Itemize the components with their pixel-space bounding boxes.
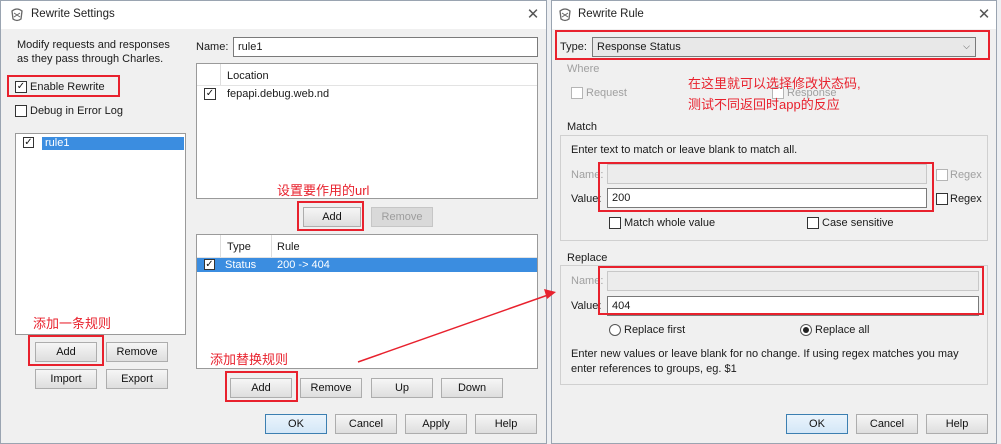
cancel-button[interactable]: Cancel	[335, 414, 397, 434]
apply-button[interactable]: Apply	[405, 414, 467, 434]
replace-value-highlight	[598, 266, 984, 315]
set-row-rule1[interactable]: ✓ rule1	[20, 137, 184, 150]
case-sensitive-checkbox[interactable]	[807, 217, 819, 229]
match-name-regex-label: Regex	[950, 169, 982, 181]
location-column-header: Location	[227, 70, 269, 82]
replace-section-title: Replace	[567, 252, 608, 264]
location-table: Location ✓ fepapi.debug.web.nd	[196, 63, 538, 199]
match-section-title: Match	[567, 121, 597, 133]
match-value-regex-label: Regex	[950, 193, 982, 205]
rules-rule-header: Rule	[277, 241, 300, 253]
url-note: 设置要作用的url	[277, 183, 370, 198]
rule-down-button[interactable]: Down	[441, 378, 503, 398]
location-row[interactable]: fepapi.debug.web.nd	[227, 88, 329, 100]
close-icon[interactable]: ✕	[974, 5, 994, 25]
replace-hint-line-1: Enter new values or leave blank for no c…	[571, 348, 959, 360]
match-value-label: Value:	[571, 193, 602, 205]
rule-enabled-checkbox[interactable]: ✓	[204, 259, 215, 270]
set-remove-button[interactable]: Remove	[106, 342, 168, 362]
rules-header-divider-1	[220, 235, 221, 257]
type-select-highlight	[555, 30, 990, 60]
location-enabled-checkbox[interactable]: ✓	[204, 88, 216, 100]
where-label: Where	[567, 63, 600, 75]
replace-value-label: Value:	[571, 300, 602, 312]
ok-button[interactable]: OK	[265, 414, 327, 434]
set-enabled-checkbox[interactable]: ✓	[23, 137, 34, 148]
add-rule-note: 添加一条规则	[33, 316, 112, 331]
replace-first-radio[interactable]	[609, 324, 621, 336]
rule-type-cell: Status	[225, 259, 257, 271]
rule-value-cell: 200 -> 404	[277, 259, 330, 271]
replace-all-radio[interactable]	[800, 324, 812, 336]
rule-remove-button[interactable]: Remove	[300, 378, 362, 398]
ok-button[interactable]: OK	[786, 414, 848, 434]
export-button[interactable]: Export	[106, 369, 168, 389]
rule-add-highlight	[225, 371, 298, 402]
rewrite-sets-list: ✓ rule1	[15, 133, 186, 335]
title-bar: Rewrite Settings ✕	[1, 1, 546, 29]
title-bar: Rewrite Rule ✕	[552, 1, 996, 29]
location-add-highlight	[297, 201, 364, 231]
replace-first-label: Replace first	[624, 324, 686, 336]
match-hint: Enter text to match or leave blank to ma…	[571, 144, 798, 156]
description-line-2: as they pass through Charles.	[17, 53, 164, 65]
cancel-button[interactable]: Cancel	[856, 414, 918, 434]
set-name: rule1	[42, 137, 184, 150]
match-value-regex-checkbox[interactable]	[936, 193, 948, 205]
case-sensitive-label: Case sensitive	[822, 217, 894, 229]
match-whole-value-label: Match whole value	[624, 217, 716, 229]
rules-type-header: Type	[227, 241, 251, 253]
name-label: Name:	[196, 41, 229, 53]
window-title: Rewrite Settings	[31, 8, 115, 20]
location-remove-button[interactable]: Remove	[371, 207, 433, 227]
rule-up-button[interactable]: Up	[371, 378, 433, 398]
where-request-label: Request	[586, 87, 627, 99]
charles-app-icon	[559, 8, 571, 22]
window-title: Rewrite Rule	[578, 8, 644, 20]
charles-app-icon	[11, 8, 23, 22]
set-add-highlight	[28, 335, 104, 366]
match-value-highlight	[598, 162, 934, 212]
help-button[interactable]: Help	[475, 414, 537, 434]
rewrite-rule-window: Rewrite Rule ✕ Type: Response Status ⌵ W…	[551, 0, 997, 444]
location-header-divider	[220, 64, 221, 86]
debug-error-log-checkbox[interactable]	[15, 105, 27, 117]
add-replace-note: 添加替换规则	[210, 352, 289, 367]
type-note-line-2: 测试不同返回时app的反应	[688, 97, 840, 112]
close-icon[interactable]: ✕	[523, 5, 543, 25]
help-button[interactable]: Help	[926, 414, 988, 434]
import-button[interactable]: Import	[35, 369, 97, 389]
enable-rewrite-highlight	[7, 75, 120, 97]
debug-error-log-label: Debug in Error Log	[30, 105, 123, 117]
replace-hint-line-2: enter references to groups, eg. $1	[571, 363, 737, 375]
rules-header-divider-2	[271, 235, 272, 257]
description-line-1: Modify requests and responses	[17, 39, 170, 51]
name-input[interactable]: rule1	[233, 37, 538, 57]
where-request-checkbox[interactable]	[571, 87, 583, 99]
match-whole-value-checkbox[interactable]	[609, 217, 621, 229]
match-name-regex-checkbox[interactable]	[936, 169, 948, 181]
location-header-border	[197, 85, 537, 86]
rule-row[interactable]: ✓ Status 200 -> 404	[197, 258, 537, 272]
replace-all-label: Replace all	[815, 324, 870, 336]
type-note-line-1: 在这里就可以选择修改状态码,	[688, 76, 861, 91]
